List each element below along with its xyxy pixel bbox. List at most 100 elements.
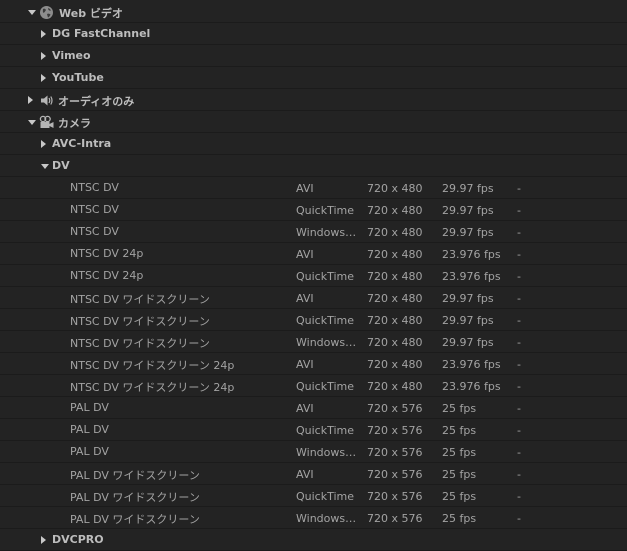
preset-name: NTSC DV 24p: [70, 269, 144, 282]
preset-row[interactable]: NTSC DV QuickTime 720 x 480 29.97 fps -: [0, 200, 627, 221]
expand-right-icon[interactable]: [25, 95, 35, 105]
preset-format: AVI: [296, 358, 314, 371]
preset-frame-size: 720 x 480: [367, 380, 423, 393]
preset-format: QuickTime: [296, 270, 355, 283]
speaker-icon: [39, 93, 54, 108]
preset-format: QuickTime: [296, 204, 355, 217]
preset-frame-size: 720 x 480: [367, 270, 423, 283]
group-avc-intra[interactable]: AVC-Intra: [0, 134, 627, 155]
expand-down-icon[interactable]: [27, 7, 37, 17]
preset-row[interactable]: NTSC DV AVI 720 x 480 29.97 fps -: [0, 178, 627, 199]
group-dg-fastchannel[interactable]: DG FastChannel: [0, 24, 627, 45]
preset-name: PAL DV: [70, 445, 109, 458]
preset-extra: -: [517, 380, 521, 393]
expand-down-icon[interactable]: [27, 117, 37, 127]
preset-name: NTSC DV: [70, 203, 119, 216]
preset-row[interactable]: PAL DV Windows… 720 x 576 25 fps -: [0, 442, 627, 463]
preset-extra: -: [517, 424, 521, 437]
preset-name: PAL DV ワイドスクリーン: [70, 469, 200, 482]
group-web-video[interactable]: Web ビデオ: [0, 2, 627, 23]
preset-frame-size: 720 x 576: [367, 468, 423, 481]
preset-extra: -: [517, 490, 521, 503]
preset-frame-size: 720 x 480: [367, 226, 423, 239]
preset-frame-rate: 29.97 fps: [442, 182, 494, 195]
preset-frame-rate: 29.97 fps: [442, 204, 494, 217]
preset-format: AVI: [296, 468, 314, 481]
expand-right-icon[interactable]: [38, 29, 48, 39]
preset-frame-rate: 23.976 fps: [442, 358, 501, 371]
preset-frame-size: 720 x 480: [367, 314, 423, 327]
preset-row[interactable]: PAL DV AVI 720 x 576 25 fps -: [0, 398, 627, 419]
preset-name: PAL DV ワイドスクリーン: [70, 513, 200, 526]
preset-name: NTSC DV ワイドスクリーン: [70, 293, 210, 306]
preset-name: NTSC DV ワイドスクリーン 24p: [70, 381, 235, 394]
preset-row[interactable]: NTSC DV 24p QuickTime 720 x 480 23.976 f…: [0, 266, 627, 287]
preset-extra: -: [517, 248, 521, 261]
preset-frame-rate: 23.976 fps: [442, 248, 501, 261]
group-vimeo[interactable]: Vimeo: [0, 46, 627, 67]
preset-row[interactable]: NTSC DV ワイドスクリーン 24p QuickTime 720 x 480…: [0, 376, 627, 397]
preset-name: NTSC DV ワイドスクリーン: [70, 337, 210, 350]
preset-frame-rate: 25 fps: [442, 424, 477, 437]
preset-row[interactable]: PAL DV QuickTime 720 x 576 25 fps -: [0, 420, 627, 441]
group-label: カメラ: [58, 117, 91, 130]
preset-frame-size: 720 x 480: [367, 204, 423, 217]
group-label: YouTube: [52, 71, 104, 84]
preset-extra: -: [517, 402, 521, 415]
preset-extra: -: [517, 270, 521, 283]
preset-row[interactable]: PAL DV ワイドスクリーン Windows… 720 x 576 25 fp…: [0, 508, 627, 529]
preset-name: NTSC DV ワイドスクリーン: [70, 315, 210, 328]
preset-extra: -: [517, 182, 521, 195]
globe-icon: [39, 5, 54, 20]
expand-right-icon[interactable]: [38, 535, 48, 545]
preset-row[interactable]: NTSC DV ワイドスクリーン 24p AVI 720 x 480 23.97…: [0, 354, 627, 375]
preset-frame-rate: 23.976 fps: [442, 380, 501, 393]
preset-frame-size: 720 x 576: [367, 512, 423, 525]
preset-frame-size: 720 x 576: [367, 424, 423, 437]
preset-row[interactable]: NTSC DV ワイドスクリーン Windows… 720 x 480 29.9…: [0, 332, 627, 353]
preset-name: PAL DV: [70, 401, 109, 414]
preset-frame-rate: 25 fps: [442, 446, 477, 459]
group-label: Vimeo: [52, 49, 91, 62]
preset-name: NTSC DV ワイドスクリーン 24p: [70, 359, 235, 372]
preset-row[interactable]: PAL DV ワイドスクリーン AVI 720 x 576 25 fps -: [0, 464, 627, 485]
group-audio-only[interactable]: オーディオのみ: [0, 90, 627, 111]
preset-name: NTSC DV: [70, 225, 119, 238]
expand-right-icon[interactable]: [38, 139, 48, 149]
preset-name: NTSC DV: [70, 181, 119, 194]
preset-format: QuickTime: [296, 490, 355, 503]
preset-name: PAL DV: [70, 423, 109, 436]
preset-format: Windows…: [296, 512, 357, 525]
preset-frame-rate: 25 fps: [442, 490, 477, 503]
group-label: DV: [52, 159, 70, 172]
group-dv[interactable]: DV: [0, 156, 627, 177]
preset-extra: -: [517, 358, 521, 371]
preset-format: QuickTime: [296, 314, 355, 327]
group-youtube[interactable]: YouTube: [0, 68, 627, 89]
preset-frame-size: 720 x 480: [367, 358, 423, 371]
expand-down-icon[interactable]: [40, 161, 50, 171]
preset-frame-size: 720 x 480: [367, 336, 423, 349]
preset-frame-size: 720 x 480: [367, 182, 423, 195]
preset-frame-rate: 29.97 fps: [442, 314, 494, 327]
preset-format: AVI: [296, 292, 314, 305]
preset-row[interactable]: NTSC DV Windows… 720 x 480 29.97 fps -: [0, 222, 627, 243]
preset-extra: -: [517, 204, 521, 217]
preset-row[interactable]: PAL DV ワイドスクリーン QuickTime 720 x 576 25 f…: [0, 486, 627, 507]
group-label: DVCPRO: [52, 533, 104, 546]
group-camera[interactable]: カメラ: [0, 112, 627, 133]
preset-row[interactable]: NTSC DV ワイドスクリーン QuickTime 720 x 480 29.…: [0, 310, 627, 331]
expand-right-icon[interactable]: [38, 51, 48, 61]
preset-frame-rate: 29.97 fps: [442, 336, 494, 349]
preset-frame-size: 720 x 576: [367, 402, 423, 415]
group-dvcpro[interactable]: DVCPRO: [0, 530, 627, 551]
expand-right-icon[interactable]: [38, 73, 48, 83]
preset-frame-rate: 29.97 fps: [442, 292, 494, 305]
preset-format: AVI: [296, 182, 314, 195]
preset-extra: -: [517, 292, 521, 305]
preset-format: QuickTime: [296, 424, 355, 437]
preset-row[interactable]: NTSC DV 24p AVI 720 x 480 23.976 fps -: [0, 244, 627, 265]
group-label: AVC-Intra: [52, 137, 112, 150]
group-label: DG FastChannel: [52, 27, 151, 40]
preset-row[interactable]: NTSC DV ワイドスクリーン AVI 720 x 480 29.97 fps…: [0, 288, 627, 309]
